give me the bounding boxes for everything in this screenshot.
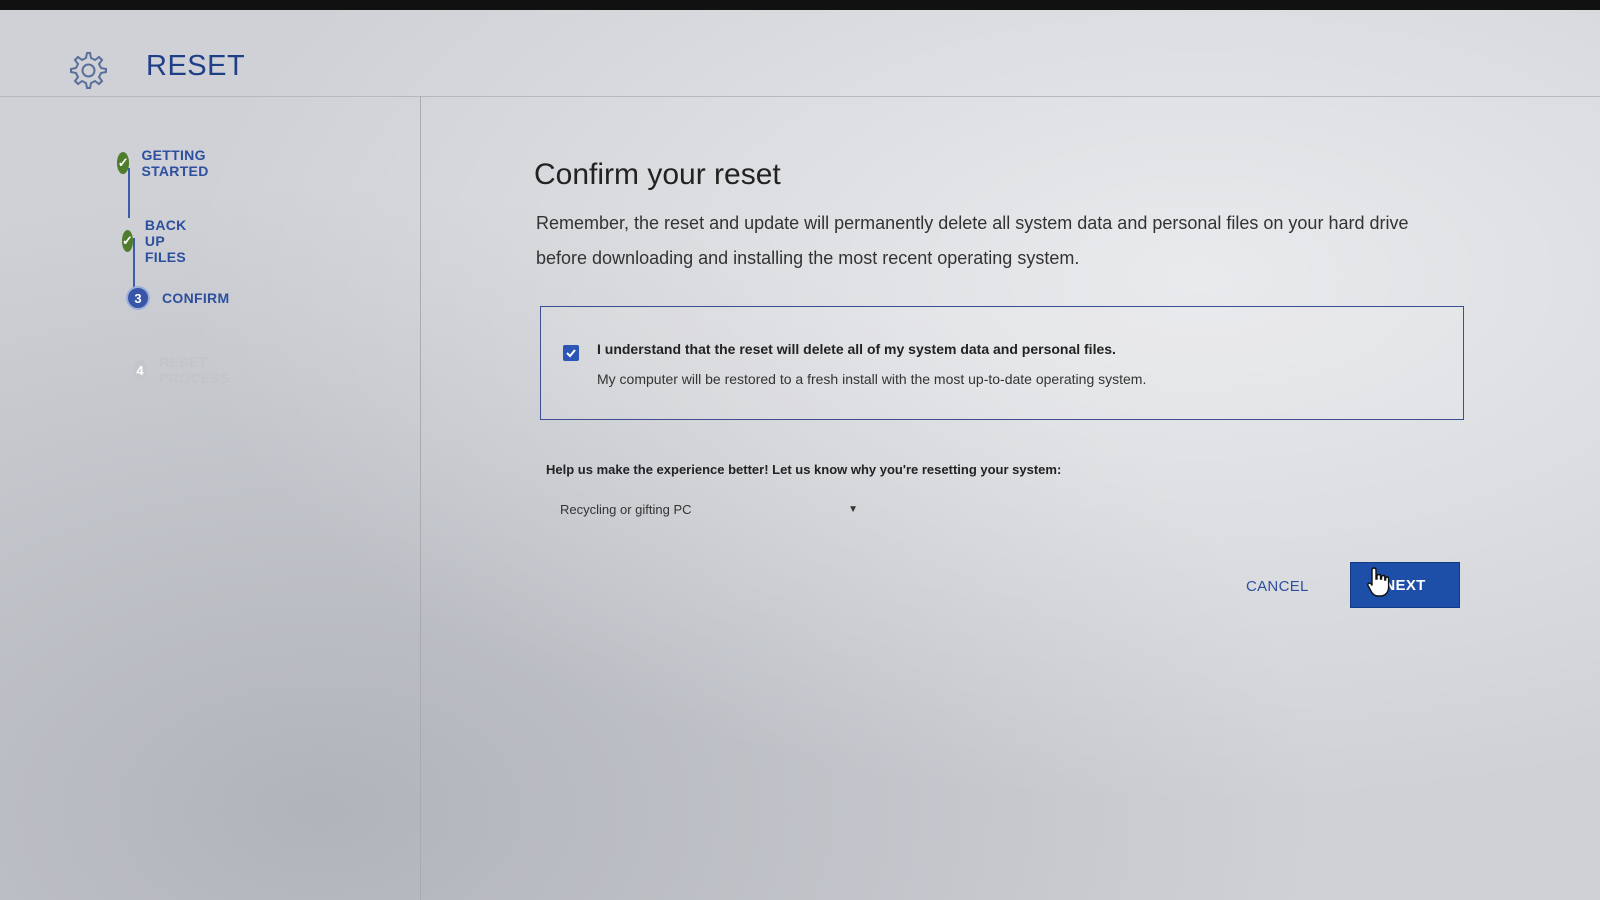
hand-cursor-icon	[1367, 567, 1390, 597]
page-description: Remember, the reset and update will perm…	[536, 213, 1409, 268]
confirm-checkbox[interactable]	[563, 345, 579, 361]
confirm-label: I understand that the reset will delete …	[597, 341, 1116, 357]
app-header: RESET	[0, 10, 1600, 97]
screen-bezel	[0, 0, 1600, 10]
chevron-down-icon: ▼	[848, 503, 858, 515]
step-back-up-files: ✓ BACK UP FILES	[122, 217, 198, 265]
confirm-sublabel: My computer will be restored to a fresh …	[597, 371, 1147, 387]
step-confirm: 3 CONFIRM	[126, 286, 229, 310]
step-label: BACK UP FILES	[144, 217, 187, 265]
step-getting-started: ✓ GETTING STARTED	[117, 147, 218, 179]
gear-icon	[70, 52, 107, 89]
step-number-badge: 3	[126, 286, 150, 310]
confirm-panel: I understand that the reset will delete …	[540, 306, 1464, 420]
reason-dropdown[interactable]: Recycling or gifting PC ▼	[560, 496, 860, 522]
step-label: RESET PROCESS	[159, 354, 230, 386]
screen-background	[0, 10, 1600, 900]
app-title: RESET	[146, 50, 246, 82]
feedback-label: Help us make the experience better! Let …	[546, 462, 1062, 477]
reason-selected-value: Recycling or gifting PC	[560, 501, 692, 517]
page-title: Confirm your reset	[534, 158, 781, 191]
check-icon	[566, 349, 576, 358]
step-label: GETTING STARTED	[141, 147, 209, 179]
cancel-button[interactable]: CANCEL	[1246, 578, 1309, 595]
sidebar-divider	[420, 96, 421, 900]
check-icon: ✓	[122, 230, 133, 252]
step-number-badge: 4	[133, 359, 148, 381]
step-label: CONFIRM	[162, 290, 230, 306]
check-icon: ✓	[117, 152, 130, 174]
step-reset-process: 4 RESET PROCESS	[133, 354, 238, 386]
